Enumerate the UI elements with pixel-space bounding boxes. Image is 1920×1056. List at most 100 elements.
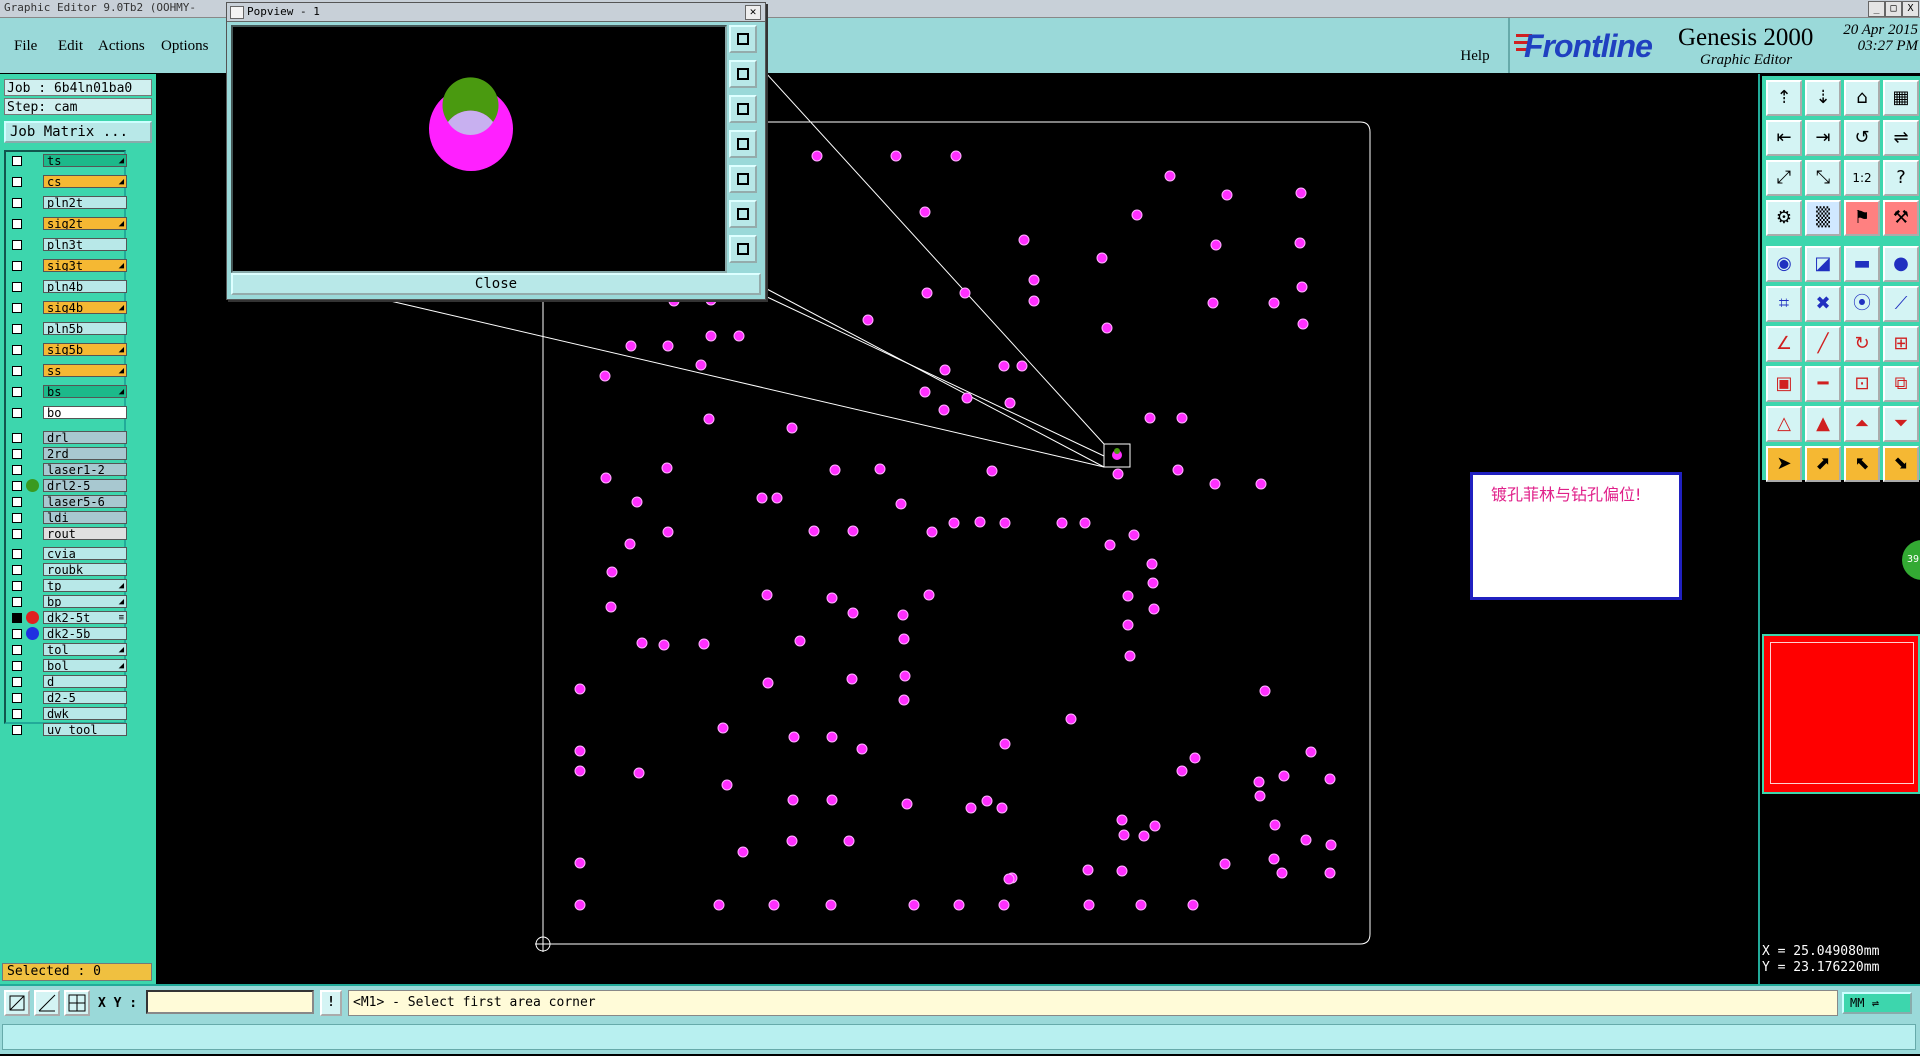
- cross-x-button[interactable]: ✖: [1805, 286, 1841, 322]
- layer-name[interactable]: sig3t ◢: [43, 259, 127, 272]
- units-selector[interactable]: MM ⇌: [1842, 992, 1912, 1014]
- cross-select-button[interactable]: ◪: [1805, 246, 1841, 282]
- layer-name[interactable]: dk2-5t ≡: [43, 611, 127, 624]
- tape-measure-button[interactable]: ▬: [1844, 246, 1880, 282]
- layer-row[interactable]: dk2-5t ≡: [6, 611, 127, 625]
- pointer-button[interactable]: ➤: [1766, 446, 1802, 482]
- layer-out-button[interactable]: ⇣: [1805, 80, 1841, 116]
- layer-name[interactable]: bo: [43, 406, 127, 419]
- layer-row[interactable]: drl2-5: [6, 479, 127, 493]
- layer-name[interactable]: dk2-5b: [43, 627, 127, 640]
- pad-add-button[interactable]: ▣: [1766, 366, 1802, 402]
- layer-row[interactable]: ldi: [6, 511, 127, 525]
- layer-checkbox[interactable]: [12, 693, 22, 703]
- layer-row[interactable]: cvia: [6, 547, 127, 561]
- layer-checkbox[interactable]: [12, 324, 22, 334]
- draw-mode-button[interactable]: [4, 990, 30, 1016]
- layer-checkbox[interactable]: [12, 240, 22, 250]
- layer-checkbox[interactable]: [12, 629, 22, 639]
- triangle-cut-button[interactable]: ⏷: [1883, 406, 1919, 442]
- grid-button[interactable]: ▦: [1883, 80, 1919, 116]
- snap-button[interactable]: ↺: [1844, 120, 1880, 156]
- red-settings-button[interactable]: ⚑: [1844, 200, 1880, 236]
- move-right-button[interactable]: ⇥: [1805, 120, 1841, 156]
- pv-zoom-fit-button[interactable]: [729, 25, 757, 53]
- layer-name[interactable]: pln2t: [43, 196, 127, 209]
- layer-row[interactable]: d: [6, 675, 127, 689]
- layer-row[interactable]: dwk: [6, 707, 127, 721]
- layer-name[interactable]: laser5-6: [43, 495, 127, 508]
- layer-checkbox[interactable]: [12, 449, 22, 459]
- layer-checkbox[interactable]: [12, 549, 22, 559]
- angle-button[interactable]: ∠: [1766, 326, 1802, 362]
- layer-checkbox[interactable]: [12, 613, 22, 623]
- pv-pan-left-button[interactable]: [729, 130, 757, 158]
- layer-name[interactable]: pln5b: [43, 322, 127, 335]
- layer-name[interactable]: bp ◢: [43, 595, 127, 608]
- pv-zoom-out-button[interactable]: [729, 235, 757, 263]
- xy-input[interactable]: [146, 990, 314, 1014]
- snap-mode-button[interactable]: [34, 990, 60, 1016]
- line-red-button[interactable]: ━: [1805, 366, 1841, 402]
- layer-checkbox[interactable]: [12, 345, 22, 355]
- triangle-up-button[interactable]: ▲: [1805, 406, 1841, 442]
- layer-in-button[interactable]: ⇡: [1766, 80, 1802, 116]
- alert-button[interactable]: !: [320, 990, 342, 1016]
- layer-row[interactable]: tol ◢: [6, 643, 127, 657]
- arc-button[interactable]: ↻: [1844, 326, 1880, 362]
- layer-name[interactable]: bs ◢: [43, 385, 127, 398]
- layer-name[interactable]: 2rd: [43, 447, 127, 460]
- layer-name[interactable]: pln3t: [43, 238, 127, 251]
- move-left-button[interactable]: ⇤: [1766, 120, 1802, 156]
- menu-help[interactable]: Help: [1446, 36, 1504, 76]
- layer-row[interactable]: bs ◢: [6, 385, 127, 399]
- layer-checkbox[interactable]: [12, 677, 22, 687]
- layer-name[interactable]: d2-5: [43, 691, 127, 704]
- layer-row[interactable]: tp ◢: [6, 579, 127, 593]
- layer-name[interactable]: ss ◢: [43, 364, 127, 377]
- layer-row[interactable]: rout: [6, 527, 127, 541]
- layer-row[interactable]: pln3t: [6, 238, 127, 252]
- layer-row[interactable]: ts ◢: [6, 154, 127, 168]
- layer-checkbox[interactable]: [12, 481, 22, 491]
- layer-name[interactable]: tol ◢: [43, 643, 127, 656]
- copy-button[interactable]: ⧉: [1883, 366, 1919, 402]
- layer-checkbox[interactable]: [12, 725, 22, 735]
- pointer-route-button[interactable]: ⬊: [1883, 446, 1919, 482]
- layer-row[interactable]: drl: [6, 431, 127, 445]
- pad-select-button[interactable]: ◉: [1766, 246, 1802, 282]
- layer-row[interactable]: uv_tool: [6, 723, 127, 737]
- layer-name[interactable]: cvia: [43, 547, 127, 560]
- layer-checkbox[interactable]: [12, 408, 22, 418]
- graphics-button[interactable]: ⚙: [1766, 200, 1802, 236]
- layer-row[interactable]: ss ◢: [6, 364, 127, 378]
- layer-checkbox[interactable]: [12, 303, 22, 313]
- layer-name[interactable]: sig5b ◢: [43, 343, 127, 356]
- menu-options[interactable]: Options: [161, 38, 209, 55]
- grid-mode-button[interactable]: [64, 990, 90, 1016]
- layer-name[interactable]: sig4b ◢: [43, 301, 127, 314]
- triangle-button[interactable]: △: [1766, 406, 1802, 442]
- maximize-button[interactable]: □: [1885, 1, 1902, 17]
- layer-name[interactable]: rout: [43, 527, 127, 540]
- layer-name[interactable]: drl2-5: [43, 479, 127, 492]
- minimize-button[interactable]: _: [1868, 1, 1885, 17]
- red-tools-button[interactable]: ⚒: [1883, 200, 1919, 236]
- layer-checkbox[interactable]: [12, 282, 22, 292]
- layer-checkbox[interactable]: [12, 219, 22, 229]
- spacing-button[interactable]: ⊡: [1844, 366, 1880, 402]
- line-button[interactable]: ╱: [1805, 326, 1841, 362]
- layer-name[interactable]: drl: [43, 431, 127, 444]
- pins-button[interactable]: ⦿: [1844, 286, 1880, 322]
- layer-name[interactable]: roubk: [43, 563, 127, 576]
- layer-row[interactable]: bp ◢: [6, 595, 127, 609]
- layer-name[interactable]: d: [43, 675, 127, 688]
- layer-checkbox[interactable]: [12, 497, 22, 507]
- layer-row[interactable]: 2rd: [6, 447, 127, 461]
- link-button[interactable]: ⟋: [1883, 286, 1919, 322]
- layer-checkbox[interactable]: [12, 198, 22, 208]
- side-tab[interactable]: 39: [1902, 540, 1920, 580]
- layer-checkbox[interactable]: [12, 261, 22, 271]
- layer-row[interactable]: cs ◢: [6, 175, 127, 189]
- dot-button[interactable]: ●: [1883, 246, 1919, 282]
